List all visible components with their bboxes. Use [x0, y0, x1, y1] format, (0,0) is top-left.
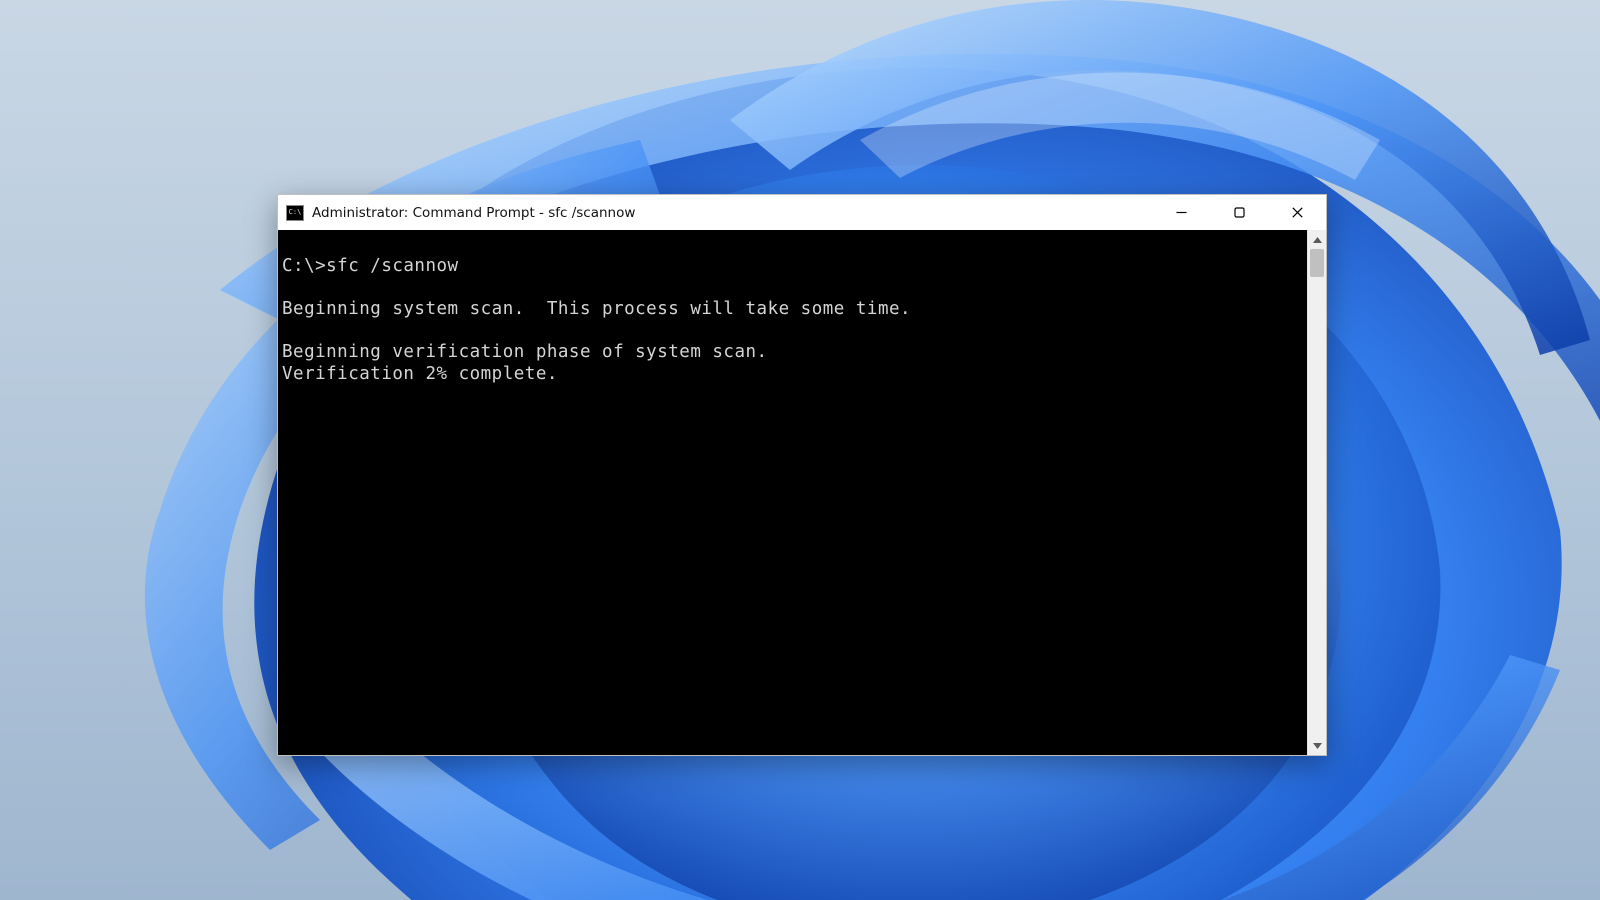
scroll-up-arrow-icon: [1313, 237, 1322, 243]
scroll-down-arrow-icon: [1313, 743, 1322, 749]
maximize-button[interactable]: [1210, 195, 1268, 230]
console-client-area: C:\>sfc /scannow Beginning system scan. …: [278, 230, 1326, 755]
command-prompt-window: Administrator: Command Prompt - sfc /sca…: [277, 194, 1327, 756]
close-icon: [1292, 207, 1303, 218]
minimize-icon: [1176, 207, 1187, 218]
console-line: Beginning verification phase of system s…: [282, 342, 768, 362]
maximize-icon: [1234, 207, 1245, 218]
window-title: Administrator: Command Prompt - sfc /sca…: [312, 205, 1152, 221]
cmd-prompt-icon: [286, 205, 304, 221]
console-line: C:\>sfc /scannow: [282, 256, 459, 276]
close-button[interactable]: [1268, 195, 1326, 230]
console-output[interactable]: C:\>sfc /scannow Beginning system scan. …: [278, 230, 1307, 755]
console-line: Beginning system scan. This process will…: [282, 299, 911, 319]
console-line: Verification 2% complete.: [282, 364, 558, 384]
window-titlebar[interactable]: Administrator: Command Prompt - sfc /sca…: [278, 195, 1326, 230]
scroll-down-button[interactable]: [1308, 736, 1326, 755]
vertical-scrollbar[interactable]: [1307, 230, 1326, 755]
minimize-button[interactable]: [1152, 195, 1210, 230]
scroll-up-button[interactable]: [1308, 230, 1326, 249]
scroll-thumb[interactable]: [1310, 249, 1324, 277]
window-controls: [1152, 195, 1326, 230]
scroll-track[interactable]: [1308, 249, 1326, 736]
